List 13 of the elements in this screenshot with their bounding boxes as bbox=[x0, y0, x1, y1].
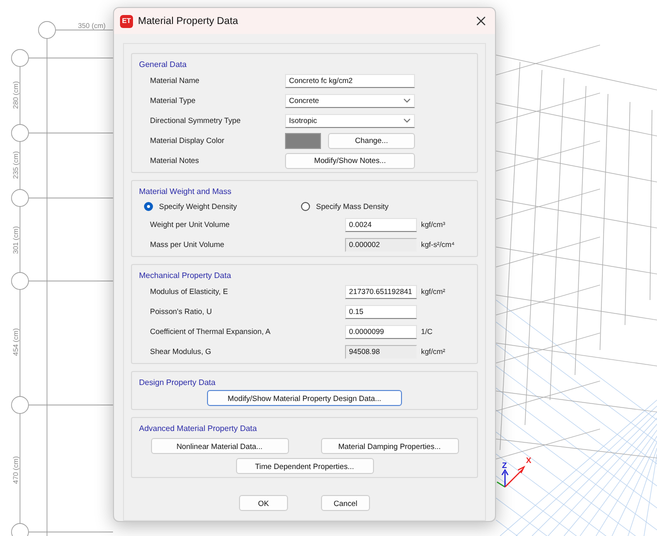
axis-label: X bbox=[526, 456, 532, 465]
group-title: Design Property Data bbox=[137, 378, 218, 387]
chevron-down-icon[interactable] bbox=[403, 118, 411, 123]
chevron-down-icon[interactable] bbox=[403, 98, 411, 103]
group-title: Material Weight and Mass bbox=[137, 187, 234, 196]
axis-label: Z bbox=[502, 461, 507, 470]
window-title: Material Property Data bbox=[138, 16, 240, 26]
close-icon[interactable] bbox=[475, 15, 487, 27]
group-title: General Data bbox=[137, 60, 189, 69]
radio-button[interactable] bbox=[144, 202, 153, 211]
group-title: Mechanical Property Data bbox=[137, 271, 234, 280]
radio-button[interactable] bbox=[301, 202, 310, 211]
group-title: Advanced Material Property Data bbox=[137, 424, 259, 433]
